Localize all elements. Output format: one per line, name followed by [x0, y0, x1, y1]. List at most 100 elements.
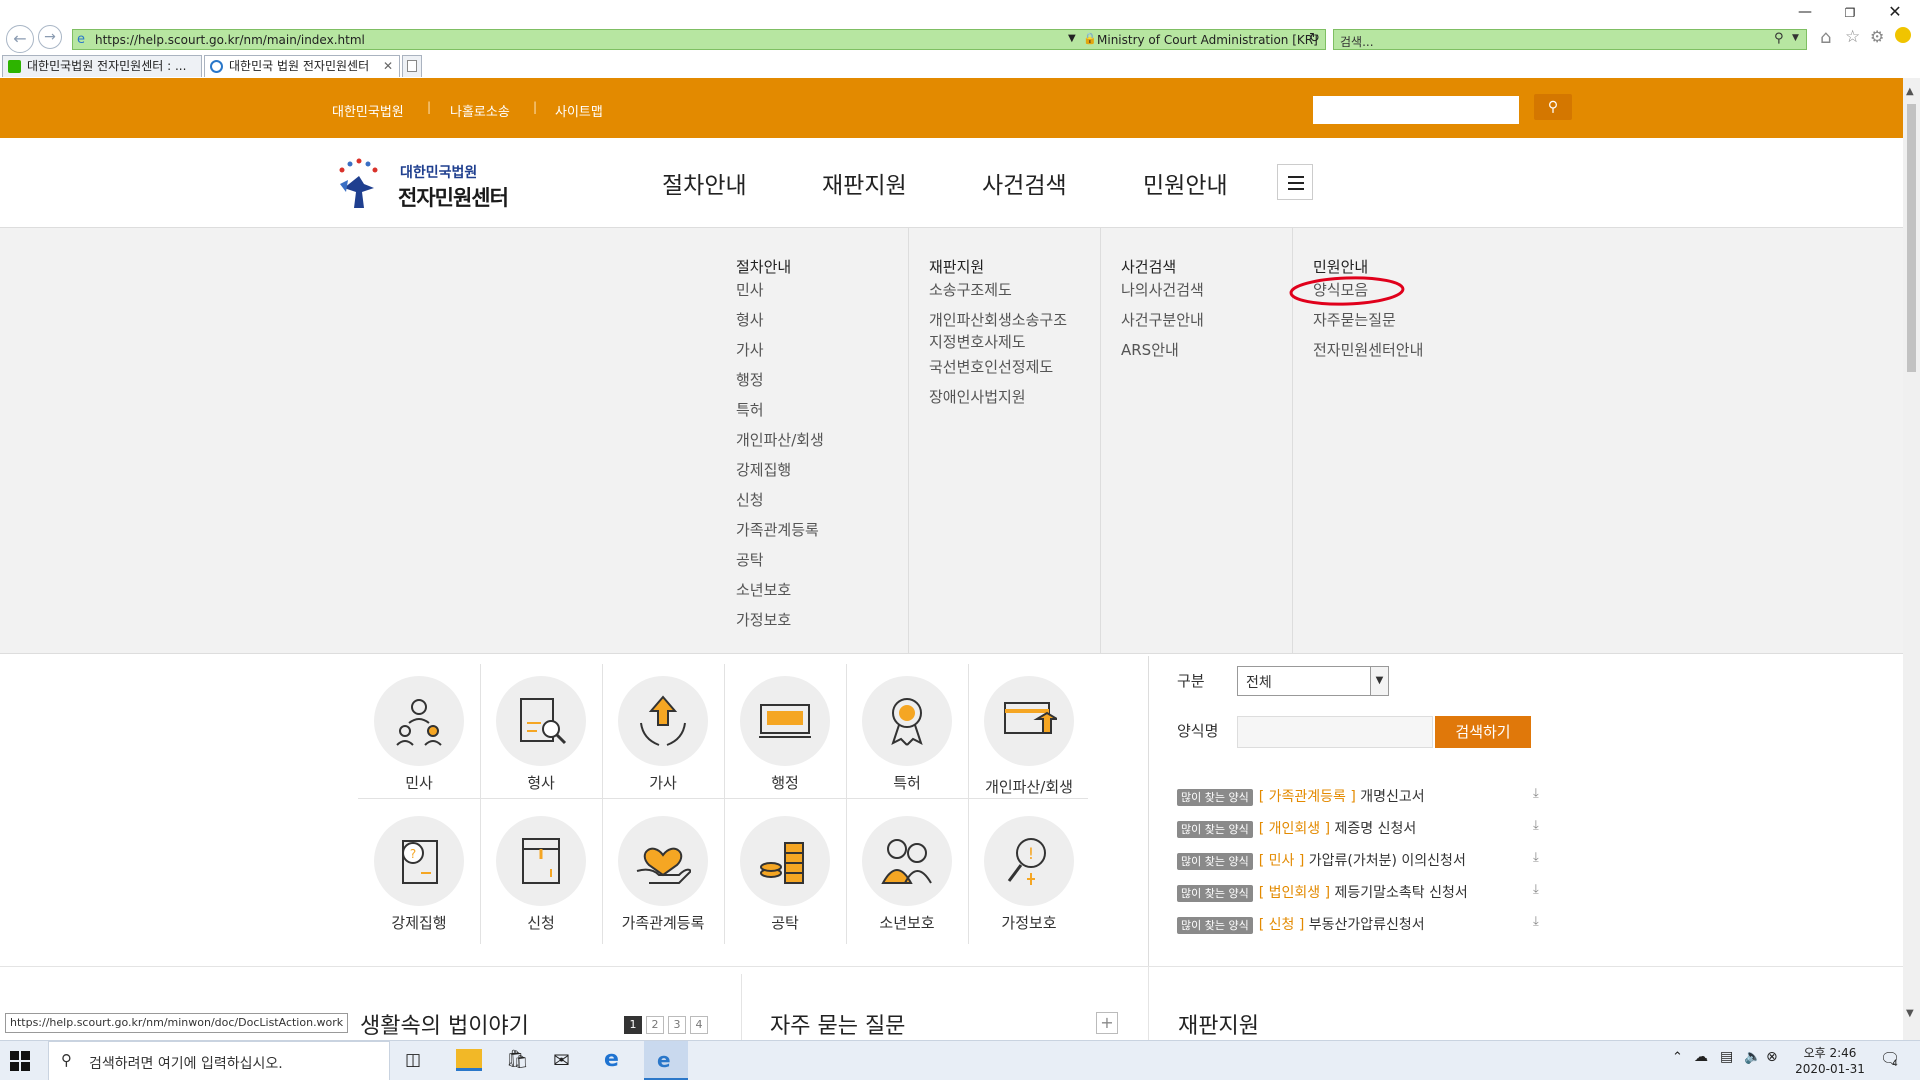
mega-item[interactable]: 자주묻는질문 — [1313, 309, 1396, 331]
settings-gear-icon[interactable]: ⚙ — [1870, 27, 1884, 46]
download-icon[interactable]: ⤓ — [1533, 786, 1539, 801]
tab-1[interactable]: 대한민국법원 전자민원센터 : ... — [2, 55, 202, 77]
link-sitemap[interactable]: 사이트맵 — [555, 101, 603, 120]
site-search-button[interactable]: ⚲ — [1534, 94, 1572, 120]
mega-item[interactable]: 신청 — [736, 489, 764, 511]
file-explorer-icon[interactable] — [456, 1049, 482, 1071]
favorites-star-icon[interactable]: ☆ — [1845, 27, 1860, 47]
mega-item[interactable]: ARS안내 — [1121, 339, 1179, 361]
link-court-home[interactable]: 대한민국법원 — [332, 101, 404, 120]
link-self-litigation[interactable]: 나홀로소송 — [450, 101, 510, 120]
site-search-input[interactable] — [1313, 96, 1519, 124]
gnb-case-search[interactable]: 사건검색 — [982, 166, 1067, 200]
minimize-button[interactable]: — — [1785, 4, 1825, 20]
store-icon[interactable]: 🛍 — [506, 1049, 529, 1070]
page-button-active[interactable]: 1 — [624, 1016, 642, 1034]
court-logo-icon[interactable] — [334, 158, 384, 210]
download-icon[interactable]: ⤓ — [1533, 914, 1539, 929]
clock-date[interactable]: 2020-01-31 — [1794, 1062, 1866, 1076]
cert-label[interactable]: Ministry of Court Administration [KR] — [1097, 33, 1318, 47]
mail-icon[interactable]: ✉ — [553, 1048, 570, 1072]
icon-tile-domestic-protection[interactable]: ! 가정보호 — [968, 816, 1090, 956]
page-button[interactable]: 3 — [668, 1016, 686, 1034]
network-icon[interactable]: ▤ — [1720, 1049, 1733, 1065]
mega-item[interactable]: 가족관계등록 — [736, 519, 819, 541]
scroll-down-icon[interactable]: ▼ — [1906, 1008, 1914, 1019]
mega-item[interactable]: 강제집행 — [736, 459, 791, 481]
ie-taskbar-button[interactable]: e — [644, 1041, 688, 1080]
logo-line1[interactable]: 대한민국법원 — [400, 162, 477, 182]
menu-hamburger-icon[interactable] — [1277, 164, 1313, 200]
mega-item[interactable]: 가사 — [736, 339, 764, 361]
download-icon[interactable]: ⤓ — [1533, 882, 1539, 897]
mega-item[interactable]: 가정보호 — [736, 609, 791, 631]
popular-form-row[interactable]: 많이 찾는 양식 [ 신청 ] 부동산가압류신청서 ⤓ — [1177, 914, 1577, 934]
tab-2[interactable]: 대한민국 법원 전자민원센터 ✕ — [204, 55, 400, 77]
popular-form-row[interactable]: 많이 찾는 양식 [ 민사 ] 가압류(가처분) 이의신청서 ⤓ — [1177, 850, 1577, 870]
icon-tile-civil[interactable]: 민사 — [358, 676, 480, 816]
mega-item[interactable]: 개인파산/회생 — [736, 429, 824, 451]
search-submit-button[interactable]: 검색하기 — [1435, 716, 1531, 748]
mega-item[interactable]: 나의사건검색 — [1121, 279, 1204, 301]
mega-col-title[interactable]: 재판지원 — [929, 256, 984, 277]
search-icon[interactable]: ⚲ — [1774, 31, 1784, 46]
new-tab-button[interactable] — [402, 55, 422, 77]
clock-time[interactable]: 오후 2:46 — [1800, 1044, 1860, 1061]
icon-tile-family-registration[interactable]: 가족관계등록 — [602, 816, 724, 956]
mega-item[interactable]: 행정 — [736, 369, 764, 391]
icon-tile-deposit[interactable]: 공탁 — [724, 816, 846, 956]
scrollbar-thumb[interactable] — [1907, 104, 1916, 372]
mega-item[interactable]: 소년보호 — [736, 579, 791, 601]
icon-tile-patent[interactable]: 특허 — [846, 676, 968, 816]
back-icon[interactable]: ← — [6, 25, 34, 53]
mega-item[interactable]: 사건구분안내 — [1121, 309, 1204, 331]
browser-search-box[interactable]: 검색... ⚲ ▼ — [1333, 29, 1807, 50]
mega-item[interactable]: 공탁 — [736, 549, 764, 571]
mega-col-title[interactable]: 절차안내 — [736, 256, 791, 277]
taskbar-search-box[interactable]: ⚲ 검색하려면 여기에 입력하십시오. — [48, 1041, 390, 1080]
tab-close-icon[interactable]: ✕ — [383, 56, 393, 76]
home-icon[interactable]: ⌂ — [1820, 27, 1831, 48]
icon-tile-bankruptcy[interactable]: 개인파산/회생 — [968, 676, 1090, 816]
mega-item[interactable]: 소송구조제도 — [929, 279, 1012, 301]
edge-icon[interactable]: e — [604, 1047, 619, 1072]
task-view-icon[interactable]: ◫ — [405, 1050, 421, 1070]
icon-tile-application[interactable]: 신청 — [480, 816, 602, 956]
popular-form-row[interactable]: 많이 찾는 양식 [ 법인회생 ] 제등기말소촉탁 신청서 ⤓ — [1177, 882, 1577, 902]
gnb-trial-support[interactable]: 재판지원 — [822, 166, 907, 200]
mega-item[interactable]: 국선변호인선정제도 — [929, 356, 1053, 378]
address-bar[interactable]: e https://help.scourt.go.kr/nm/main/inde… — [72, 29, 1326, 50]
notification-center-icon[interactable]: 🗨 4 — [1880, 1049, 1902, 1071]
icon-tile-administrative[interactable]: 행정 — [724, 676, 846, 816]
ime-icon[interactable]: ⊗ — [1766, 1049, 1778, 1065]
popular-form-row[interactable]: 많이 찾는 양식 [ 가족관계등록 ] 개명신고서 ⤓ — [1177, 786, 1577, 806]
vertical-scrollbar[interactable]: ▲ ▼ — [1903, 78, 1920, 1040]
logo-line2[interactable]: 전자민원센터 — [398, 182, 509, 212]
download-icon[interactable]: ⤓ — [1533, 818, 1539, 833]
form-name-input[interactable] — [1237, 716, 1433, 748]
gnb-procedure[interactable]: 절차안내 — [662, 166, 747, 200]
volume-icon[interactable]: 🔈 — [1744, 1049, 1761, 1065]
refresh-icon[interactable]: ↻ — [1309, 31, 1320, 46]
mega-item[interactable]: 개인파산회생소송구조 — [929, 309, 1067, 331]
mega-item[interactable]: 전자민원센터안내 — [1313, 339, 1423, 361]
icon-tile-family[interactable]: 가사 — [602, 676, 724, 816]
close-button[interactable]: ✕ — [1875, 2, 1915, 21]
forward-icon[interactable]: → — [38, 25, 62, 49]
gnb-civil-service[interactable]: 민원안내 — [1143, 166, 1228, 200]
chevron-down-icon[interactable]: ▼ — [1370, 667, 1388, 695]
chevron-up-icon[interactable]: ⌃ — [1672, 1050, 1683, 1065]
faq-more-plus-icon[interactable]: + — [1096, 1012, 1118, 1034]
icon-tile-juvenile[interactable]: 소년보호 — [846, 816, 968, 956]
icon-tile-criminal[interactable]: 형사 — [480, 676, 602, 816]
page-button[interactable]: 4 — [690, 1016, 708, 1034]
windows-start-icon[interactable] — [10, 1051, 32, 1071]
download-icon[interactable]: ⤓ — [1533, 850, 1539, 865]
mega-item[interactable]: 장애인사법지원 — [929, 386, 1026, 408]
category-select[interactable]: 전체 ▼ — [1237, 666, 1389, 696]
mega-col-title[interactable]: 사건검색 — [1121, 256, 1176, 277]
feedback-smiley-icon[interactable] — [1895, 27, 1911, 43]
mega-item[interactable]: 형사 — [736, 309, 764, 331]
restore-button[interactable]: ❐ — [1830, 6, 1870, 20]
onedrive-cloud-icon[interactable]: ☁ — [1694, 1049, 1708, 1065]
